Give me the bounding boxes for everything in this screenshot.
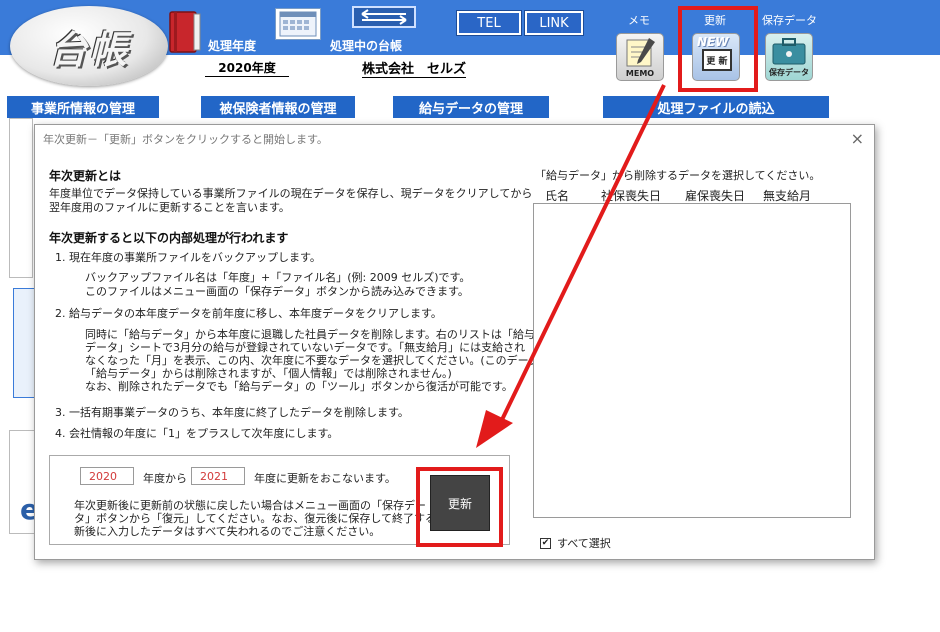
- annual-update-dialog: 年次更新－「更新」ボタンをクリックすると開始します。 × 年次更新とは 年度単位…: [34, 124, 875, 560]
- background-panel-left: [9, 118, 33, 278]
- column-social-insurance-loss-date[interactable]: 社保喪失日: [601, 187, 661, 204]
- section-internal-processing: 年次更新すると以下の内部処理が行われます: [49, 231, 289, 245]
- section-what-is-annual-update: 年次更新とは: [49, 169, 122, 183]
- calendar-icon[interactable]: [275, 8, 321, 40]
- to-year-label: 年度に更新をおこないます。: [254, 472, 396, 485]
- briefcase-icon: [772, 38, 806, 65]
- section1-line-2: 翌年度用のファイルに更新することを言います。: [49, 201, 290, 214]
- column-unpaid-months[interactable]: 無支給月: [763, 187, 811, 204]
- step-2-detail-2: データ」シートで3月分の給与が登録されていないデータです。「無支給月」には支給さ…: [85, 341, 526, 354]
- restore-note-1: 年次更新後に更新前の状態に戻したい場合はメニュー画面の「保存デー: [74, 499, 426, 512]
- saved-data-caption: 保存データ: [769, 68, 809, 77]
- tab-load-file[interactable]: 処理ファイルの読込: [603, 96, 829, 118]
- restore-note-2: タ」ボタンから「復元」してください。なお、復元後に保存して終了すると、更: [74, 512, 469, 525]
- background-panel-mid: [13, 288, 35, 398]
- dialog-title: 年次更新－「更新」ボタンをクリックすると開始します。: [43, 133, 328, 146]
- close-icon[interactable]: ×: [851, 129, 864, 148]
- from-year-field[interactable]: 2020: [80, 467, 134, 485]
- ledger-book-icon: [169, 11, 201, 53]
- column-name[interactable]: 氏名: [545, 187, 569, 204]
- fiscal-year-value: 2020年度: [205, 59, 289, 77]
- step-3: 3. 一括有期事業データのうち、本年度に終了したデータを削除します。: [55, 406, 409, 419]
- step-1-detail-2: このファイルはメニュー画面の「保存データ」ボタンから読み込みできます。: [85, 285, 469, 298]
- select-all-row[interactable]: ✔ すべて選択: [540, 535, 611, 551]
- memo-button[interactable]: MEMO: [616, 33, 664, 81]
- tab-office-info[interactable]: 事業所情報の管理: [7, 96, 159, 118]
- tel-button[interactable]: TEL: [456, 10, 522, 36]
- select-all-checkbox[interactable]: ✔: [540, 537, 551, 549]
- tab-insured-info[interactable]: 被保険者情報の管理: [201, 96, 355, 118]
- step-1: 1. 現在年度の事業所ファイルをバックアップします。: [55, 251, 321, 264]
- tab-salary-data[interactable]: 給与データの管理: [393, 96, 549, 118]
- switch-arrows-icon[interactable]: [352, 6, 416, 28]
- step-2-detail-5: なお、削除されたデータでも「給与データ」の「ツール」ボタンから復活が可能です。: [85, 380, 513, 393]
- saved-data-label: 保存データ: [762, 14, 817, 27]
- step-2-detail-1: 同時に「給与データ」から本年度に退職した社員データを削除します。右のリストは「給…: [85, 328, 535, 341]
- step-1-detail-1: バックアップファイル名は「年度」+「ファイル名」(例: 2009 セルズ)です。: [85, 271, 471, 284]
- step-2: 2. 給与データの本年度データを前年度に移し、本年度データをクリアします。: [55, 307, 442, 320]
- restore-note-3: 新後に入力したデータはすべて失われるのでご注意ください。: [74, 525, 381, 538]
- step-2-detail-3: なくなった「月」を表示、この内、次年度に不要なデータを選択してください。(このデ…: [85, 354, 551, 367]
- logo-text: 台帳: [48, 26, 129, 72]
- memo-label: メモ: [628, 14, 650, 27]
- step-4: 4. 会社情報の年度に「1」をプラスして次年度にします。: [55, 427, 339, 440]
- fiscal-year-label: 処理年度: [208, 39, 257, 53]
- step-2-detail-4: 「給与データ」からは削除されますが、「個人情報」では削除されません。): [85, 367, 452, 380]
- column-employment-insurance-loss-date[interactable]: 雇保喪失日: [685, 187, 745, 204]
- update-icon-highlight: [678, 6, 758, 92]
- section1-line-1: 年度単位でデータ保持している事業所ファイルの現在データを保存し、現データをクリア…: [49, 187, 533, 200]
- to-year-field[interactable]: 2021: [191, 467, 245, 485]
- delete-data-list[interactable]: [533, 203, 851, 518]
- from-year-label: 年度から: [143, 472, 187, 485]
- update-button-highlight: [416, 467, 503, 547]
- current-ledger-label: 処理中の台帳: [330, 39, 403, 53]
- select-all-label: すべて選択: [557, 537, 611, 550]
- memo-icon: [626, 38, 655, 67]
- company-name: 株式会社 セルズ: [362, 58, 467, 78]
- saved-data-button[interactable]: 保存データ: [765, 33, 813, 81]
- memo-caption: MEMO: [625, 69, 655, 78]
- link-button[interactable]: LINK: [524, 10, 584, 36]
- app-logo: 台帳: [10, 6, 168, 86]
- background-panel-bottom: e: [9, 430, 39, 534]
- delete-list-caption: 「給与データ」から削除するデータを選択してください。: [535, 169, 821, 182]
